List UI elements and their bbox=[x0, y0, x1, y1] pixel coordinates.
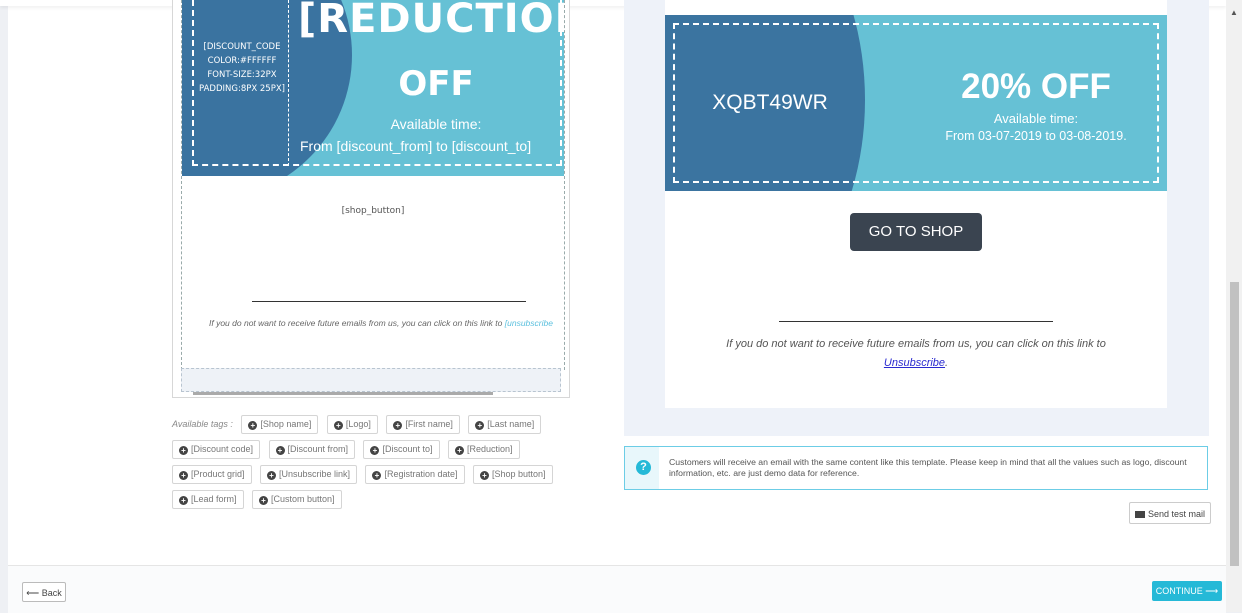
off-text: OFF bbox=[398, 64, 474, 104]
continue-button[interactable]: CONTINUE ⟶ bbox=[1152, 581, 1222, 601]
available-time-label: Available time: bbox=[993, 111, 1079, 126]
scrollbar-thumb[interactable] bbox=[1230, 282, 1239, 566]
plus-icon: + bbox=[248, 421, 258, 430]
send-test-mail-button[interactable]: Send test mail bbox=[1129, 502, 1211, 524]
tag-registration-date[interactable]: + [Registration date] bbox=[365, 465, 465, 484]
unsubscribe-tag-link[interactable]: [unsubscribe bbox=[505, 318, 553, 328]
plus-icon: + bbox=[266, 471, 276, 480]
tag-reduction[interactable]: + [Reduction] bbox=[447, 440, 520, 459]
plus-icon: + bbox=[179, 446, 188, 455]
plus-icon: + bbox=[275, 446, 285, 455]
discount-code: XQBT49WR bbox=[712, 91, 828, 114]
plus-icon: + bbox=[179, 496, 188, 505]
divider-line bbox=[252, 301, 526, 302]
tag-discount-to[interactable]: + [Discount to] bbox=[363, 440, 440, 459]
discount-dates-tag: From [discount_from] to [discount_to] bbox=[300, 138, 532, 154]
plus-icon: + bbox=[454, 446, 464, 455]
template-editor[interactable]: [DISCOUNT_CODE COLOR:#FFFFFF FONT-SIZE:3… bbox=[172, 0, 570, 398]
go-to-shop-button[interactable]: GO TO SHOP bbox=[850, 213, 982, 251]
unsubscribe-text: If you do not want to receive future ema… bbox=[209, 318, 553, 328]
preview-banner: XQBT49WR 20% OFF Available time: From 03… bbox=[665, 15, 1167, 191]
vertical-scrollbar[interactable]: ▲ bbox=[1226, 0, 1242, 612]
tag-logo[interactable]: + [Logo] bbox=[326, 415, 378, 434]
available-tags: Available tags : + [Shop name] + [Logo] +[… bbox=[172, 414, 572, 514]
tag-shop-button[interactable]: + [Shop button] bbox=[472, 465, 553, 484]
envelope-icon bbox=[1134, 511, 1145, 518]
unsubscribe-sentence: If you do not want to receive future ema… bbox=[726, 338, 1106, 350]
plus-icon: + bbox=[258, 496, 268, 505]
tag-first-name[interactable]: + [First name] bbox=[386, 415, 460, 434]
unsubscribe-link[interactable]: Unsubscribe bbox=[884, 357, 945, 369]
plus-icon: + bbox=[393, 421, 403, 430]
reduction-text: 20% OFF bbox=[961, 67, 1111, 106]
editor-banner: [DISCOUNT_CODE COLOR:#FFFFFF FONT-SIZE:3… bbox=[182, 0, 564, 176]
available-time-label: Available time: bbox=[390, 116, 482, 132]
reduction-tag: [REDUCTION bbox=[298, 0, 564, 42]
tag-lead-form[interactable]: + [Lead form] bbox=[172, 490, 244, 509]
info-alert: ? Customers will receive an email with t… bbox=[624, 446, 1208, 490]
discount-dates: From 03-07-2019 to 03-08-2019. bbox=[945, 129, 1127, 143]
tag-unsubscribe-link[interactable]: + [Unsubscribe link] bbox=[259, 465, 358, 484]
arrow-right-icon: ⟶ bbox=[1205, 586, 1219, 596]
shop-button-tag: [shop_button] bbox=[341, 206, 405, 216]
tag-product-grid[interactable]: + [Product grid] bbox=[172, 465, 252, 484]
unsubscribe-text: If you do not want to receive future ema… bbox=[726, 338, 1106, 369]
plus-icon: + bbox=[333, 421, 343, 430]
back-button[interactable]: ⟵ Back bbox=[22, 582, 66, 602]
plus-icon: + bbox=[179, 471, 188, 480]
plus-icon: + bbox=[475, 421, 485, 430]
tags-label: Available tags : bbox=[172, 419, 233, 429]
tag-discount-from[interactable]: + [Discount from] bbox=[268, 440, 356, 459]
arrow-left-icon: ⟵ bbox=[26, 588, 40, 598]
tag-discount-code[interactable]: + [Discount code] bbox=[172, 440, 261, 459]
discount-code-tag: [DISCOUNT_CODE COLOR:#FFFFFF FONT-SIZE:3… bbox=[199, 42, 285, 94]
plus-icon: + bbox=[370, 446, 380, 455]
info-icon-box: ? bbox=[625, 447, 659, 489]
editor-horizontal-scrollbar[interactable] bbox=[193, 392, 493, 395]
unsubscribe-sentence: If you do not want to receive future ema… bbox=[209, 318, 503, 328]
editor-footer-block[interactable] bbox=[181, 368, 561, 392]
footer-bar bbox=[8, 565, 1226, 613]
editor-content: [DISCOUNT_CODE COLOR:#FFFFFF FONT-SIZE:3… bbox=[181, 0, 565, 370]
tag-custom-button[interactable]: + [Custom button] bbox=[251, 490, 342, 509]
plus-icon: + bbox=[479, 471, 489, 480]
info-text: Customers will receive an email with the… bbox=[669, 457, 1187, 478]
plus-icon: + bbox=[372, 471, 382, 480]
tag-shop-name[interactable]: + [Shop name] bbox=[241, 415, 319, 434]
divider-line bbox=[779, 321, 1053, 322]
question-icon: ? bbox=[636, 460, 651, 475]
scroll-up-icon[interactable]: ▲ bbox=[1230, 8, 1238, 17]
tag-last-name[interactable]: + [Last name] bbox=[468, 415, 542, 434]
